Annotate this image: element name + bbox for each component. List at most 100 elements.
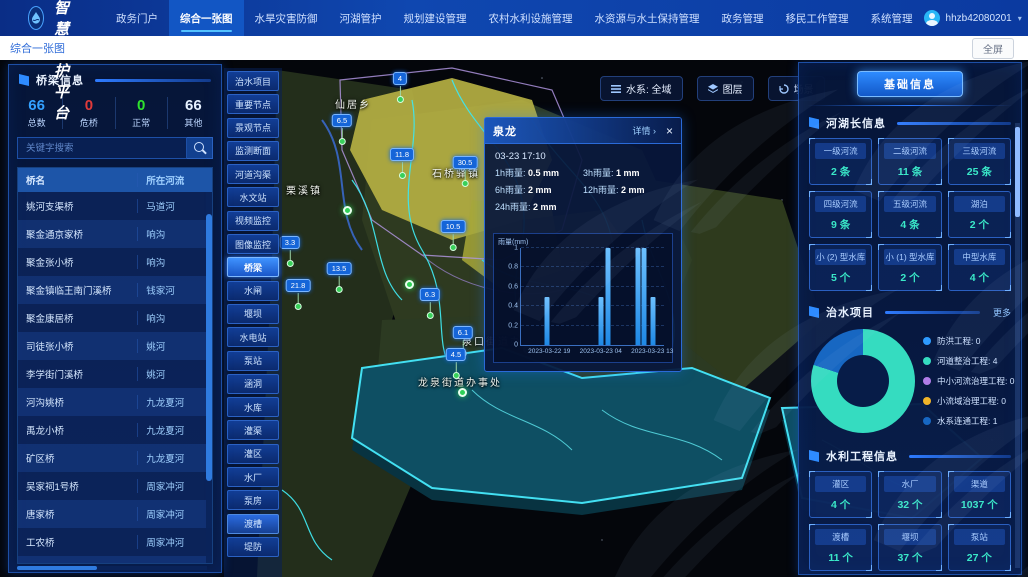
table-row[interactable]: 工农桥周家冲河 [18,528,212,556]
layer-menu-label: 灌区 [244,447,262,460]
layer-menu-item[interactable]: 景观节点 [227,118,279,138]
table-row[interactable]: 矿区桥九龙夏河 [18,444,212,472]
layer-menu-item[interactable]: 泵站 [227,351,279,371]
table-scrollbar[interactable] [206,192,212,563]
table-row[interactable]: 聚金张小桥响沟 [18,248,212,276]
marker-pin-icon [461,180,468,187]
table-row[interactable]: 吴家祠1号桥周家冲河 [18,472,212,500]
layer-menu-item[interactable]: 水厂 [227,467,279,487]
info-cell[interactable]: 堰坝37 个 [878,524,941,571]
hscrollbar-thumb[interactable] [17,566,97,570]
layer-menu-item[interactable]: 监测断面 [227,141,279,161]
info-cell[interactable]: 水厂32 个 [878,471,941,518]
bridge-name-cell: 矿区桥 [18,451,138,465]
user-menu[interactable]: hhzb42080201 ▾ [924,10,1022,26]
water-level-marker[interactable]: 21.8 [286,275,311,310]
basic-info-badge[interactable]: 基础信息 [857,71,963,97]
scrollbar-thumb[interactable] [206,214,212,481]
table-row[interactable]: 聚金通京家桥响沟 [18,220,212,248]
project-more-link[interactable]: 更多 [993,306,1011,319]
search-input[interactable] [17,137,187,159]
breadcrumb[interactable]: 综合一张图 [10,40,65,56]
water-level-marker[interactable]: 11.8 [390,144,414,179]
layer-menu-item[interactable]: 泵房 [227,490,279,510]
water-level-marker[interactable]: 6.5 [332,110,352,145]
layer-menu-item[interactable]: 河道沟渠 [227,164,279,184]
close-icon[interactable]: × [666,125,673,137]
table-row[interactable]: 李学街门溪桥姚河 [18,360,212,388]
nav-item[interactable]: 综合一张图 [169,0,244,36]
table-row[interactable]: 聚金康居桥响沟 [18,304,212,332]
search-button[interactable] [187,137,213,159]
nav-item[interactable]: 水资源与水土保持管理 [584,0,711,36]
info-cell[interactable]: 小 (1) 型水库2 个 [878,244,941,291]
layer-menu-item[interactable]: 堤防 [227,537,279,557]
layer-menu-item[interactable]: 治水项目 [227,71,279,91]
bridge-table[interactable]: 桥名 所在河流 姚河支渠桥马道河聚金通京家桥响沟聚金张小桥响沟聚金镇临王南门溪桥… [17,167,213,564]
layer-menu-item[interactable]: 重要节点 [227,94,279,114]
info-cell[interactable]: 泵站27 个 [948,524,1011,571]
table-row[interactable]: 禹龙小桥九龙夏河 [18,416,212,444]
popup-detail-link[interactable]: 详情 › [632,124,656,137]
info-cell[interactable]: 灌区4 个 [809,471,872,518]
info-cell[interactable]: 五级河流4 条 [878,191,941,238]
legend-label: 水系连通工程: 1 [937,415,997,427]
table-row[interactable]: 白竹桥周家冲河 [18,556,212,564]
info-cell[interactable]: 渠道1037 个 [948,471,1011,518]
legend-item: 水系连通工程: 1 [923,415,1014,427]
nav-item[interactable]: 河湖管护 [329,0,393,36]
nav-item[interactable]: 水旱灾害防御 [244,0,329,36]
water-level-marker[interactable]: 3.3 [280,232,300,267]
info-cell[interactable]: 湖泊2 个 [948,191,1011,238]
scrollbar-thumb[interactable] [1015,127,1020,217]
info-cell[interactable]: 二级河流11 条 [878,138,941,185]
water-level-marker[interactable]: 10.5 [441,216,466,251]
layer-menu-item[interactable]: 图像监控 [227,234,279,254]
water-level-marker[interactable]: 6.3 [420,284,440,319]
legend-item: 防洪工程: 0 [923,335,1014,347]
layer-menu-item[interactable]: 堰坝 [227,304,279,324]
layer-menu-item[interactable]: 水文站 [227,187,279,207]
stat-value: 0 [116,97,167,114]
water-level-marker[interactable]: 4 [393,68,407,103]
layer-menu-item[interactable]: 涵洞 [227,374,279,394]
info-cell[interactable]: 四级河流9 条 [809,191,872,238]
layer-menu-item[interactable]: 桥梁 [227,257,279,277]
bridge-search [17,137,213,159]
table-row[interactable]: 司徒张小桥姚河 [18,332,212,360]
water-level-marker[interactable]: 13.5 [327,258,352,293]
layer-menu-item[interactable]: 灌渠 [227,420,279,440]
layer-menu-item[interactable]: 水库 [227,397,279,417]
nav-item[interactable]: 移民工作管理 [775,0,860,36]
info-cell[interactable]: 小 (2) 型水库5 个 [809,244,872,291]
info-cell[interactable]: 三级河流25 条 [948,138,1011,185]
layer-menu-item[interactable]: 水闸 [227,281,279,301]
table-row[interactable]: 唐家桥周家冲河 [18,500,212,528]
table-row[interactable]: 河沟姚桥九龙夏河 [18,388,212,416]
layers-button[interactable]: 图层 [697,76,754,101]
nav-item[interactable]: 政务门户 [105,0,169,36]
right-panel-scrollbar[interactable] [1015,123,1020,568]
station-point-icon[interactable] [458,388,467,397]
table-row[interactable]: 聚金镇临王南门溪桥钱家河 [18,276,212,304]
layer-menu-item[interactable]: 灌区 [227,444,279,464]
nav-item[interactable]: 政务管理 [711,0,775,36]
station-point-icon[interactable] [405,280,414,289]
water-level-marker[interactable]: 30.5 [453,152,478,187]
station-point-icon[interactable] [343,206,352,215]
layer-menu-item[interactable]: 视频监控 [227,211,279,231]
nav-item[interactable]: 规划建设管理 [393,0,478,36]
info-cell[interactable]: 渡槽11 个 [809,524,872,571]
layer-menu-item[interactable]: 渡槽 [227,514,279,534]
layer-menu-item[interactable]: 水电站 [227,327,279,347]
info-cell[interactable]: 一级河流2 条 [809,138,872,185]
water-level-marker[interactable]: 4.5 [446,344,466,379]
nav-item[interactable]: 农村水利设施管理 [478,0,584,36]
table-hscrollbar[interactable] [17,566,207,570]
water-system-filter-button[interactable]: 水系: 全域 [600,76,683,101]
rainfall-bar [641,248,646,345]
info-cell[interactable]: 中型水库4 个 [948,244,1011,291]
table-row[interactable]: 姚河支渠桥马道河 [18,192,212,220]
fullscreen-button[interactable]: 全屏 [972,38,1014,59]
nav-item[interactable]: 系统管理 [860,0,924,36]
